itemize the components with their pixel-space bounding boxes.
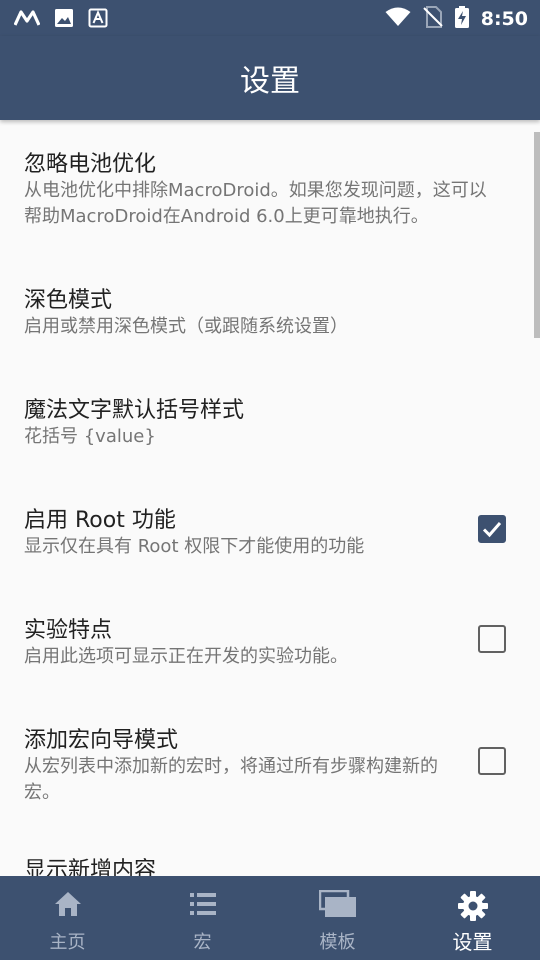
setting-description: 显示仅在具有 Root 权限下才能使用的功能: [24, 536, 365, 557]
setting-add-macro-wizard[interactable]: 添加宏向导模式 从宏列表中添加新的宏时，将通过所有步骤构建新的宏。: [0, 692, 540, 822]
wizard-checkbox[interactable]: [478, 747, 506, 775]
setting-show-whats-new[interactable]: 显示新增内容: [0, 822, 540, 876]
accessibility-icon: [88, 8, 108, 32]
page-title: 设置: [240, 64, 300, 99]
settings-list[interactable]: 忽略电池优化 从电池优化中排除MacroDroid。如果您发现问题，这可以帮助M…: [0, 120, 540, 876]
templates-icon: [318, 889, 357, 922]
experimental-checkbox[interactable]: [478, 625, 506, 653]
home-icon: [53, 890, 83, 922]
setting-enable-root[interactable]: 启用 Root 功能 显示仅在具有 Root 权限下才能使用的功能: [0, 472, 540, 582]
macrodroid-icon: [13, 9, 41, 31]
nav-label: 主页: [49, 932, 86, 953]
bottom-navigation: 主页 宏 模板 设置: [0, 876, 540, 960]
setting-description: 启用或禁用深色模式（或跟随系统设置）: [24, 316, 348, 337]
setting-dark-mode[interactable]: 深色模式 启用或禁用深色模式（或跟随系统设置）: [0, 252, 540, 362]
setting-title: 实验特点: [24, 618, 113, 643]
setting-title: 深色模式: [24, 288, 113, 313]
wifi-icon: [385, 7, 411, 31]
status-time: 8:50: [480, 8, 528, 30]
list-icon: [188, 890, 218, 922]
setting-title: 添加宏向导模式: [24, 728, 179, 753]
status-bar: 8:50: [0, 0, 540, 36]
setting-title: 显示新增内容: [24, 858, 157, 876]
setting-title: 魔法文字默认括号样式: [24, 398, 245, 423]
setting-description: 从宏列表中添加新的宏时，将通过所有步骤构建新的宏。: [24, 756, 438, 803]
nav-label: 设置: [452, 930, 493, 954]
gear-icon: [457, 890, 489, 926]
setting-title: 忽略电池优化: [24, 152, 157, 177]
no-sim-icon: [423, 6, 443, 32]
nav-label: 模板: [319, 932, 356, 953]
setting-title: 启用 Root 功能: [24, 508, 176, 533]
setting-magic-text-bracket-style[interactable]: 魔法文字默认括号样式 花括号 {value}: [0, 362, 540, 472]
nav-label: 宏: [193, 932, 212, 953]
setting-description: 从电池优化中排除MacroDroid。如果您发现问题，这可以帮助MacroDro…: [24, 180, 487, 227]
setting-description: 花括号 {value}: [24, 426, 156, 447]
setting-ignore-battery-optimization[interactable]: 忽略电池优化 从电池优化中排除MacroDroid。如果您发现问题，这可以帮助M…: [0, 120, 540, 252]
image-icon: [54, 8, 74, 32]
nav-macros[interactable]: 宏: [135, 876, 270, 960]
battery-charging-icon: [454, 6, 469, 32]
setting-description: 启用此选项可显示正在开发的实验功能。: [24, 646, 348, 667]
nav-settings[interactable]: 设置: [405, 876, 540, 960]
app-bar: 设置: [0, 36, 540, 120]
setting-experimental-features[interactable]: 实验特点 启用此选项可显示正在开发的实验功能。: [0, 582, 540, 692]
nav-templates[interactable]: 模板: [270, 876, 405, 960]
nav-home[interactable]: 主页: [0, 876, 135, 960]
root-checkbox[interactable]: [478, 515, 506, 543]
